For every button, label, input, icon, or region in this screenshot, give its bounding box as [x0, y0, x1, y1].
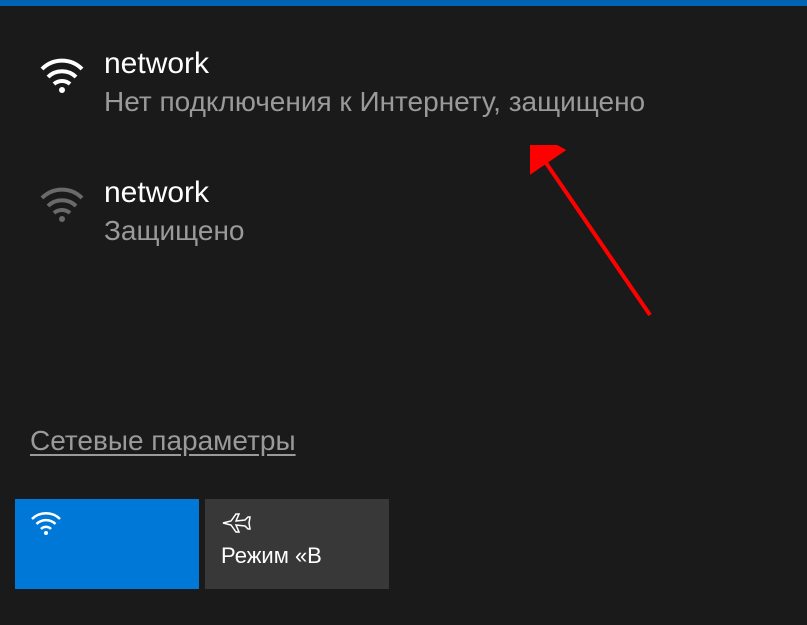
network-item-connected[interactable]: network Нет подключения к Интернету, защ…: [40, 46, 777, 120]
airplane-tile-label: Режим «В: [221, 543, 373, 569]
wifi-icon: [40, 51, 84, 95]
network-info: network Защищено: [104, 175, 245, 249]
network-status: Нет подключения к Интернету, защищено: [104, 84, 645, 120]
network-settings-link[interactable]: Сетевые параметры: [30, 425, 296, 457]
wifi-icon: [31, 511, 61, 535]
network-name: network: [104, 175, 245, 211]
network-info: network Нет подключения к Интернету, защ…: [104, 46, 645, 120]
network-list: network Нет подключения к Интернету, защ…: [0, 6, 807, 250]
quick-action-tiles: Режим «В: [15, 499, 807, 589]
airplane-mode-tile[interactable]: Режим «В: [205, 499, 389, 589]
network-name: network: [104, 46, 645, 82]
network-status: Защищено: [104, 213, 245, 249]
wifi-icon: [40, 180, 84, 224]
network-item-available[interactable]: network Защищено: [40, 175, 777, 249]
airplane-icon: [221, 511, 251, 535]
wifi-tile[interactable]: [15, 499, 199, 589]
